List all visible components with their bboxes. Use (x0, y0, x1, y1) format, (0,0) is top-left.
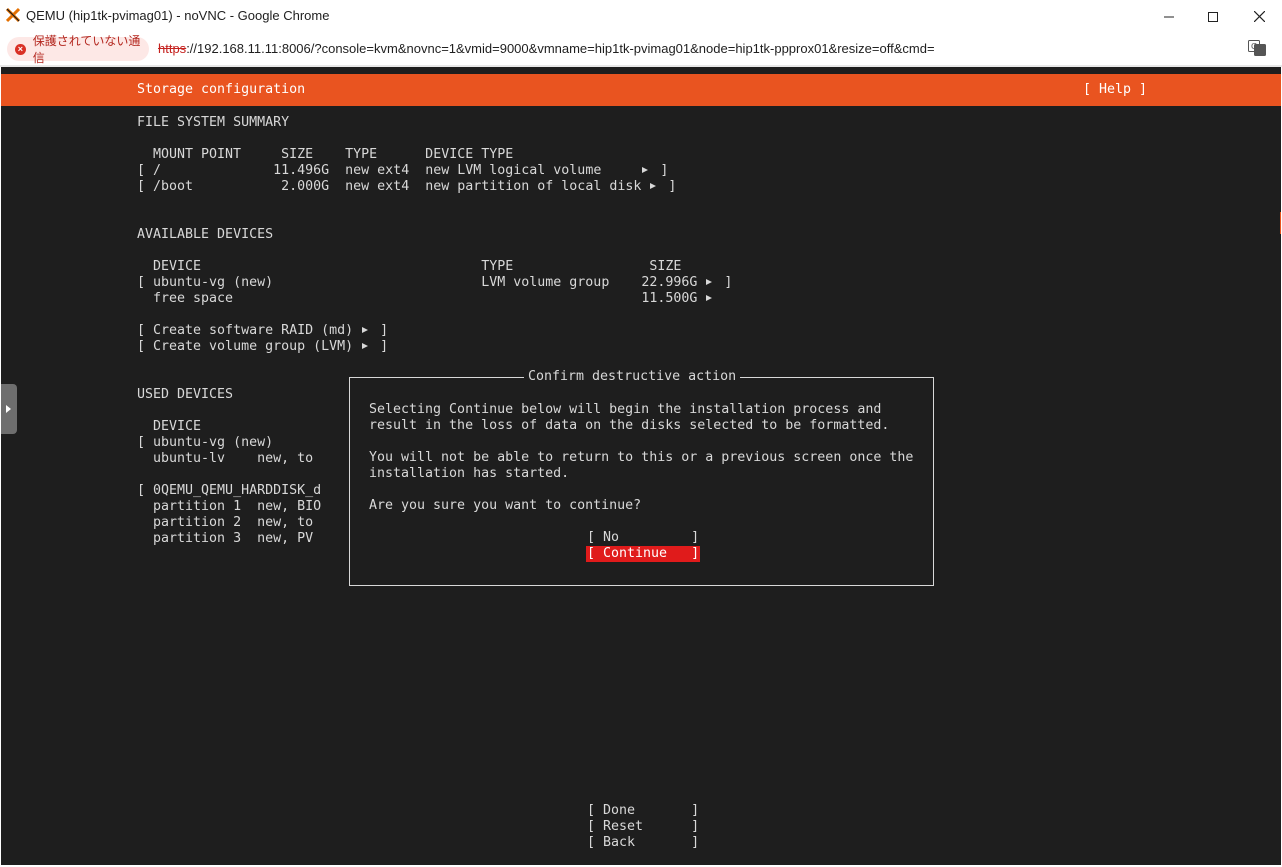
dialog-text-line: installation has started. (369, 466, 570, 481)
create-lvm-button[interactable]: [ Create volume group (LVM) ] (137, 339, 388, 355)
address-bar: × 保護されていない通信 https://192.168.11.11:8006/… (0, 33, 1282, 65)
available-devices-heading: AVAILABLE DEVICES (137, 227, 274, 242)
installer-header: Storage configuration [ Help ] (1, 74, 1281, 106)
used-column-headers: DEVICE (153, 419, 202, 434)
minimize-button[interactable] (1146, 0, 1192, 33)
security-label: 保護されていない通信 (32, 34, 141, 65)
used-row[interactable]: [ ubuntu-vg (new) (137, 435, 273, 451)
close-button[interactable] (1236, 0, 1282, 33)
svg-text:G: G (1251, 42, 1257, 51)
proxmox-logo-icon (6, 7, 20, 23)
expand-arrow-icon (650, 183, 657, 189)
fs-row-root[interactable]: [ / 11.496G new ext4 new LVM logical vol… (137, 163, 668, 179)
used-row[interactable]: ubuntu-lv new, to (137, 451, 313, 467)
url-rest: ://192.168.11.11:8006/?console=kvm&novnc… (186, 41, 935, 56)
dialog-title: Confirm destructive action (524, 369, 741, 385)
reset-button[interactable]: [ Reset ] (587, 819, 699, 835)
maximize-icon (1208, 11, 1218, 22)
window-title: QEMU (hip1tk-pvimag01) - noVNC - Google … (26, 8, 330, 23)
translate-icon[interactable]: G (1248, 40, 1266, 56)
expand-arrow-icon (362, 327, 369, 333)
confirm-dialog: Confirm destructive action Selecting Con… (349, 369, 934, 586)
dialog-text-line: result in the loss of data on the disks … (369, 418, 890, 433)
url-field[interactable]: https://192.168.11.11:8006/?console=kvm&… (158, 41, 935, 56)
vnc-screen[interactable]: Storage configuration [ Help ] FILE SYST… (1, 67, 1281, 865)
not-secure-icon: × (15, 43, 26, 55)
used-devices-heading: USED DEVICES (137, 387, 234, 402)
expand-arrow-icon (706, 279, 713, 285)
expand-arrow-icon (362, 343, 369, 349)
dialog-text-line: Selecting Continue below will begin the … (369, 402, 882, 417)
used-row[interactable]: partition 3 new, PV (137, 531, 313, 547)
back-button[interactable]: [ Back ] (587, 835, 699, 851)
security-indicator-chip[interactable]: × 保護されていない通信 (7, 34, 149, 65)
used-row[interactable]: partition 2 new, to (137, 515, 313, 531)
window-titlebar: QEMU (hip1tk-pvimag01) - noVNC - Google … (0, 0, 1282, 33)
dialog-text-line: Are you sure you want to continue? (369, 498, 642, 513)
fs-column-headers: MOUNT POINT SIZE TYPE DEVICE TYPE (153, 147, 514, 162)
available-column-headers: DEVICE TYPE SIZE (153, 259, 682, 274)
maximize-button[interactable] (1190, 0, 1236, 33)
dialog-text-line: You will not be able to return to this o… (369, 450, 914, 465)
novnc-control-bar-handle[interactable] (1, 384, 17, 434)
expand-arrow-icon (6, 405, 11, 413)
available-row-free-space[interactable]: free space 11.500G (137, 291, 716, 307)
used-row[interactable]: partition 1 new, BIO (137, 499, 321, 515)
used-row[interactable]: [ 0QEMU_QEMU_HARDDISK_d (137, 483, 321, 499)
fs-summary-heading: FILE SYSTEM SUMMARY (137, 115, 290, 130)
header-title: Storage configuration (137, 82, 306, 97)
minimize-icon (1164, 16, 1174, 17)
create-raid-button[interactable]: [ Create software RAID (md) ] (137, 323, 388, 339)
expand-arrow-icon (642, 167, 649, 173)
continue-button[interactable]: [ Continue ] (586, 546, 701, 562)
scroll-indicator (1280, 212, 1281, 234)
expand-arrow-icon (706, 295, 713, 301)
fs-row-boot[interactable]: [ /boot 2.000G new ext4 new partition of… (137, 179, 676, 195)
help-button[interactable]: [ Help ] (1083, 82, 1147, 98)
url-scheme: https (158, 41, 187, 56)
no-button[interactable]: [ No ] (587, 530, 699, 546)
available-row-ubuntu-vg[interactable]: [ ubuntu-vg (new) LVM volume group 22.99… (137, 275, 732, 291)
done-button[interactable]: [ Done ] (587, 803, 699, 819)
close-icon (1253, 11, 1265, 22)
